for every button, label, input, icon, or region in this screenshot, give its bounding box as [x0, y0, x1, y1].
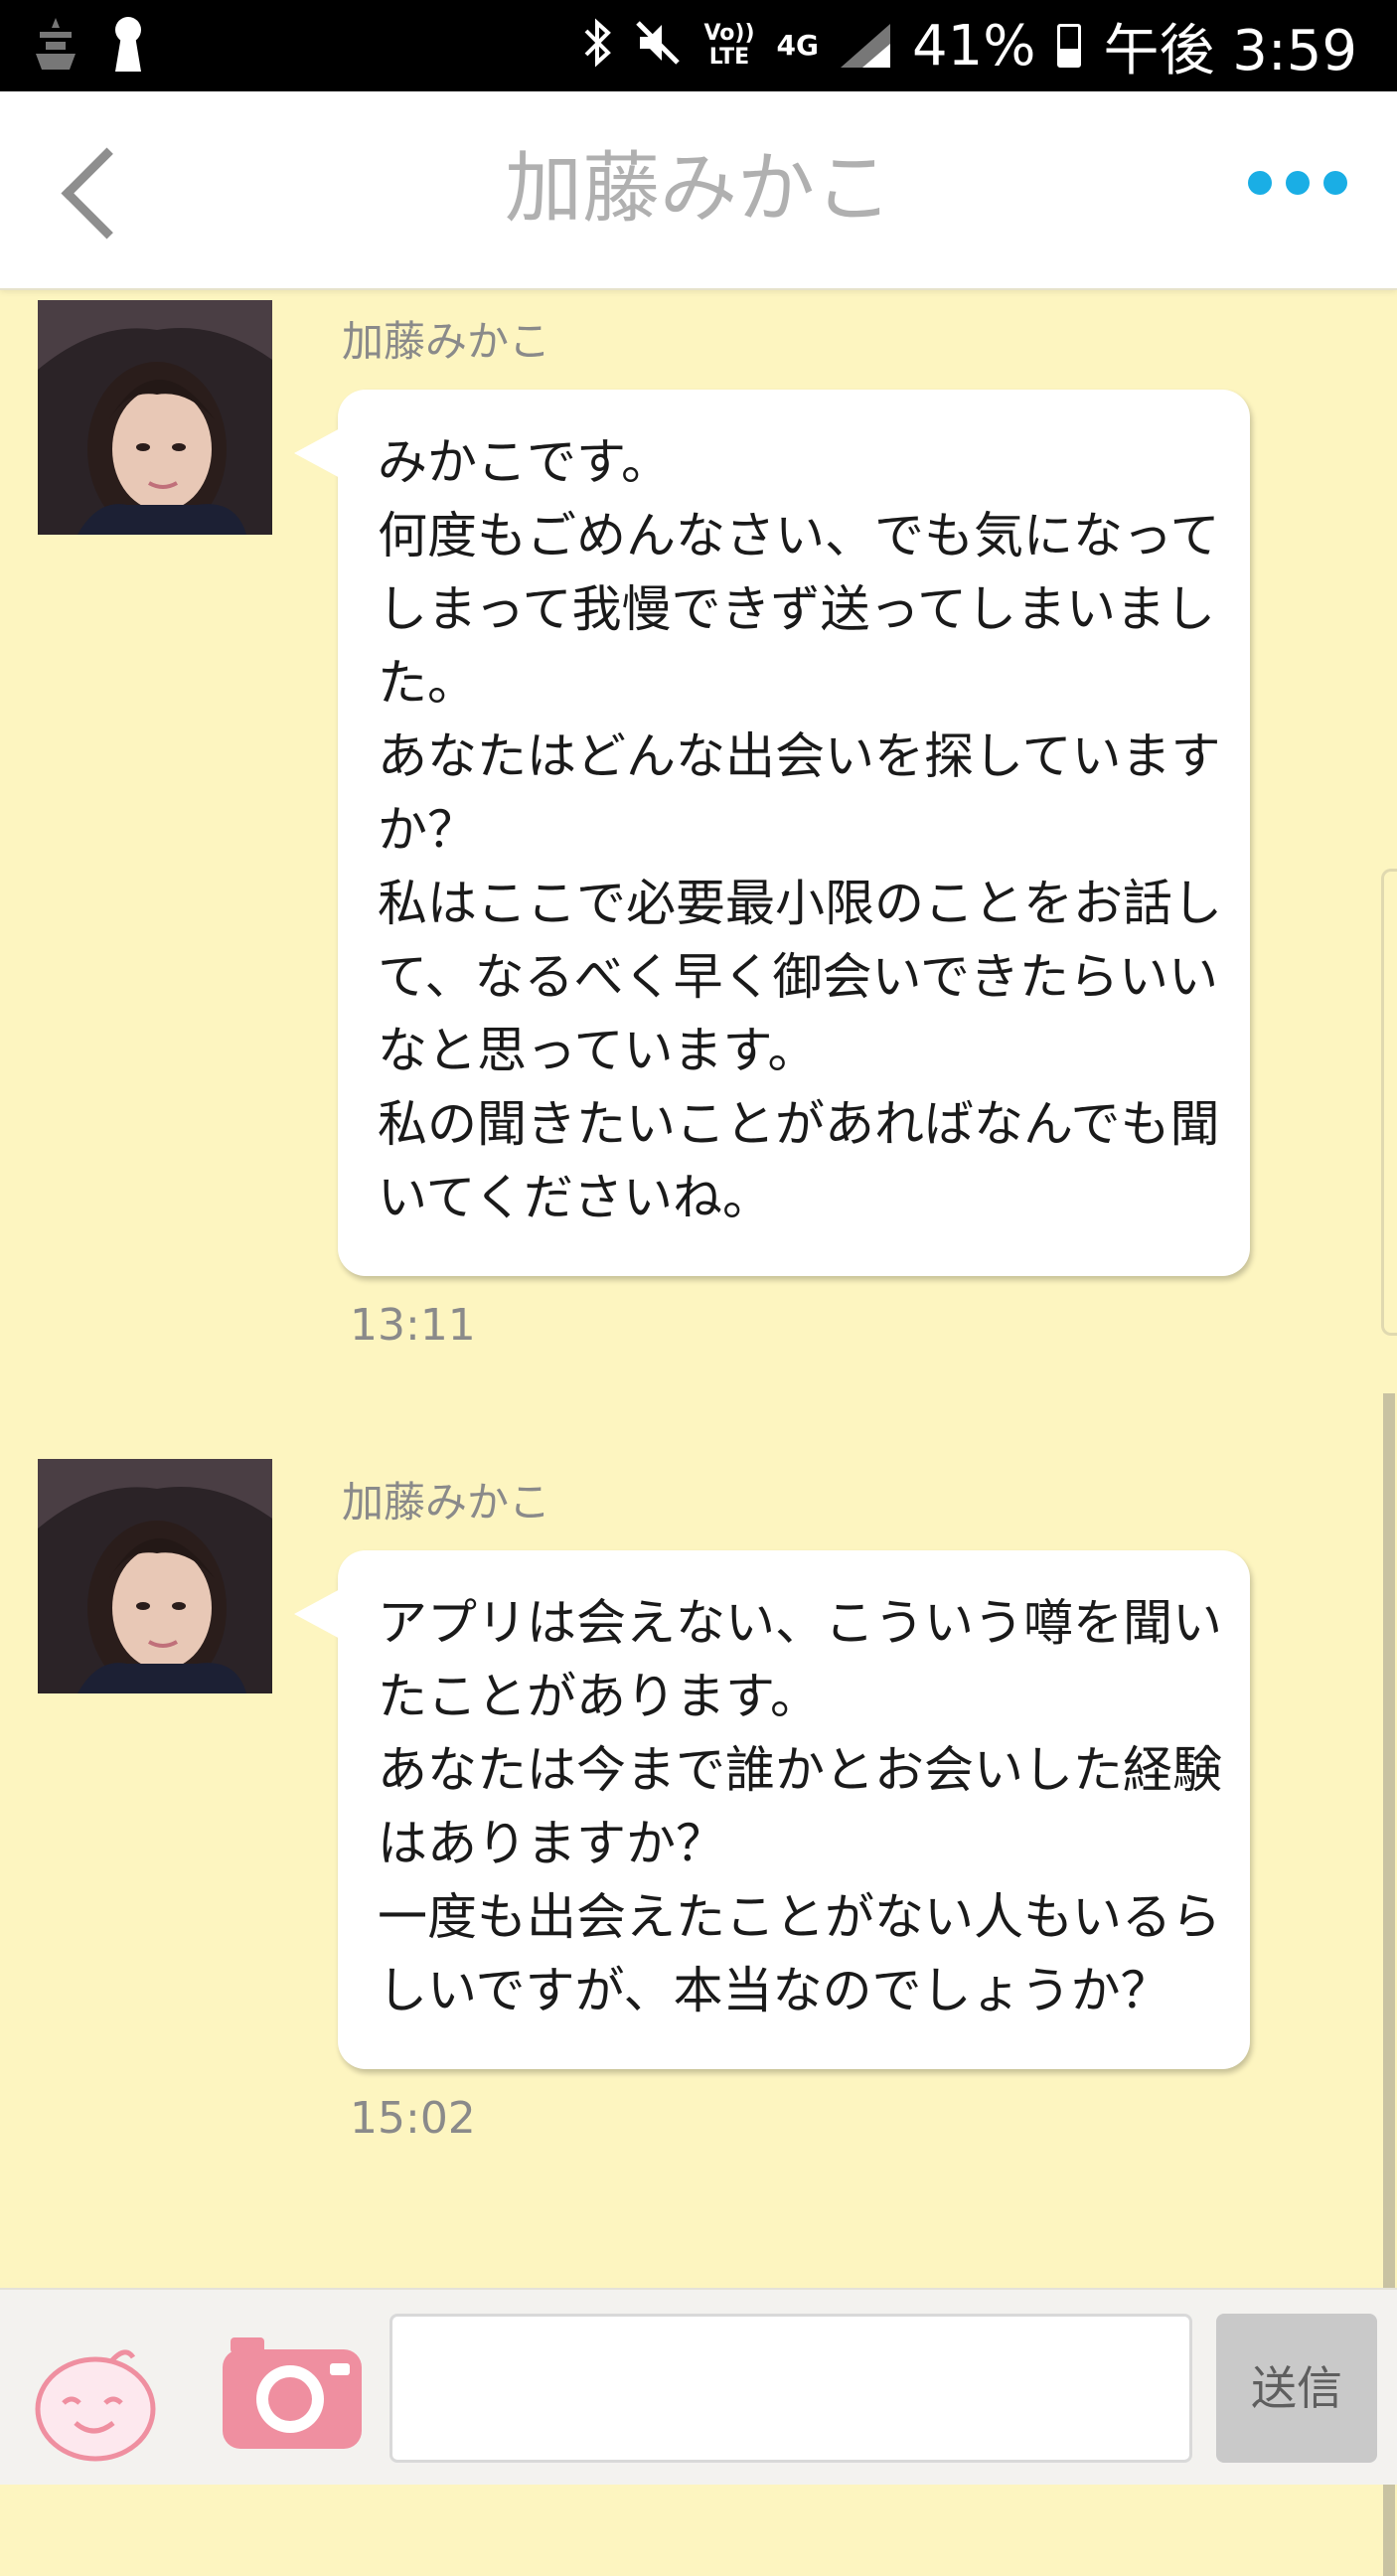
message-line: 何度もごめんなさい、でも気になって	[378, 507, 1220, 564]
sender-avatar[interactable]	[38, 300, 272, 535]
status-right-icons: Vo)) LTE 4G 41% 午後 3:59	[582, 0, 1357, 91]
chat-area[interactable]: 加藤みかこ みかこです。 何度もごめんなさい、でも気になって しまって我慢できず…	[0, 290, 1397, 2576]
status-left-icons	[30, 14, 145, 80]
chat-title: 加藤みかこ	[504, 144, 892, 234]
message-line: た。	[378, 654, 477, 712]
message-line: なと思っています。	[378, 1022, 818, 1079]
emoji-button[interactable]	[34, 2343, 161, 2463]
more-dots-icon	[1248, 171, 1272, 195]
side-drawer-handle[interactable]	[1381, 869, 1397, 1336]
sender-name: 加藤みかこ	[342, 317, 551, 366]
status-bar: Vo)) LTE 4G 41% 午後 3:59	[0, 0, 1397, 91]
message-bubble[interactable]: アプリは会えない、こういう噂を聞い たことがあります。 あなたは今まで誰かとお会…	[294, 1550, 1250, 2069]
message-line: 私の聞きたいことがあればなんでも聞	[378, 1095, 1220, 1153]
message-line: あなたはどんな出会いを探しています	[378, 727, 1221, 785]
message-line: はありますか？	[378, 1815, 725, 1872]
keyhole-icon	[111, 14, 145, 80]
message-input-bar: 送信	[0, 2288, 1397, 2485]
camera-button[interactable]	[219, 2330, 366, 2455]
app-notification-icon	[30, 14, 81, 80]
message-line: か？	[378, 801, 477, 859]
message-line: アプリは会えない、こういう噂を聞い	[378, 1594, 1222, 1652]
message-input[interactable]	[389, 2314, 1192, 2463]
chat-header: 加藤みかこ	[0, 91, 1397, 290]
send-button[interactable]: 送信	[1216, 2314, 1377, 2463]
smile-face-icon	[35, 2349, 156, 2462]
clock: 午後 3:59	[1103, 18, 1357, 83]
message-timestamp: 15:02	[350, 2093, 476, 2144]
battery-icon	[1057, 24, 1082, 68]
message-line: しまって我慢できず送ってしまいまし	[378, 580, 1215, 638]
bluetooth-icon	[582, 17, 612, 76]
message-line: みかこです。	[378, 433, 671, 491]
more-dots-icon	[1323, 171, 1347, 195]
message-line: たことがあります。	[378, 1668, 820, 1725]
sender-avatar[interactable]	[38, 1459, 272, 1693]
battery-percent: 41%	[911, 13, 1036, 79]
4g-icon: 4G	[776, 29, 819, 62]
message-bubble[interactable]: みかこです。 何度もごめんなさい、でも気になって しまって我慢できず送ってしまい…	[294, 390, 1250, 1276]
message-line: しいですが、本当なのでしょうか？	[378, 1962, 1170, 2019]
message-line: あなたは今まで誰かとお会いした経験	[378, 1741, 1222, 1799]
message-line: 一度も出会えたことがない人もいるら	[378, 1888, 1221, 1946]
message-line: いてくださいね。	[378, 1169, 772, 1226]
more-options-button[interactable]	[1248, 171, 1347, 195]
signal-icon	[840, 24, 890, 68]
lte-label: LTE	[708, 45, 750, 70]
volte-icon: Vo)) LTE	[703, 22, 754, 70]
volte-label: Vo))	[703, 21, 755, 46]
camera-icon	[223, 2337, 362, 2449]
mute-icon	[634, 19, 682, 74]
more-dots-icon	[1286, 171, 1310, 195]
message-timestamp: 13:11	[350, 1300, 476, 1351]
message-line: て、なるべく早く御会いできたらいい	[378, 948, 1218, 1006]
message-line: 私はここで必要最小限のことをお話し	[378, 875, 1222, 932]
sender-name: 加藤みかこ	[342, 1478, 551, 1527]
